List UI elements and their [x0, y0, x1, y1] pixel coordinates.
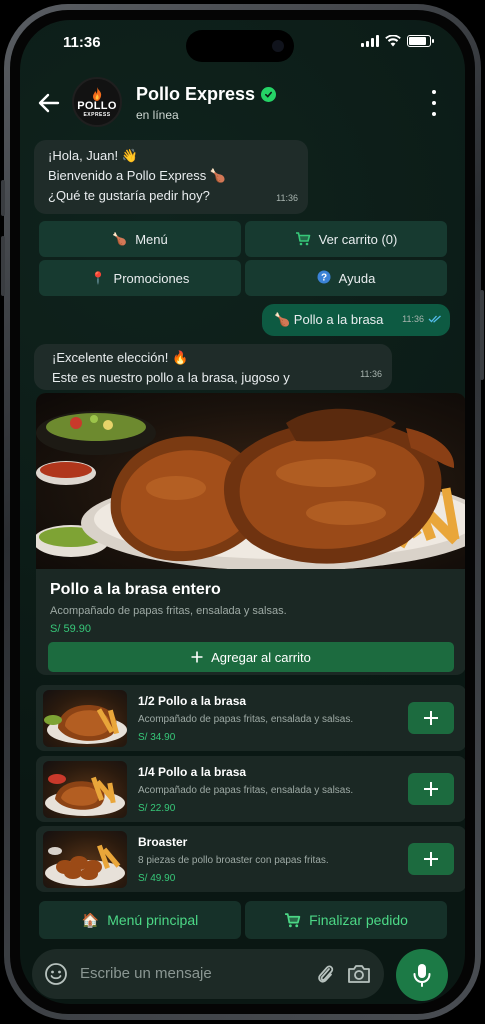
- outgoing-message: 🍗 Pollo a la brasa 11:36: [262, 304, 450, 336]
- double-check-icon: [428, 315, 441, 323]
- contact-name-text: Pollo Express: [136, 84, 256, 104]
- main-menu-button[interactable]: 🏠 Menú principal: [39, 901, 241, 939]
- verified-icon: [261, 87, 277, 102]
- item-price: S/ 34.90: [138, 732, 176, 743]
- item-name: Broaster: [138, 835, 188, 849]
- message-time: 11:36: [360, 369, 382, 379]
- contact-status: en línea: [136, 108, 179, 122]
- chicken-leg-icon: 🍗: [112, 232, 128, 246]
- contact-name[interactable]: Pollo Express: [136, 84, 277, 105]
- view-cart-button[interactable]: Ver carrito (0): [245, 221, 447, 257]
- phone-bezel: 11:36 POLLO EXPRESS Pollo Express en lín…: [10, 10, 475, 1014]
- incoming-message-welcome: ¡Hola, Juan! 👋 Bienvenido a Pollo Expres…: [34, 140, 308, 214]
- add-item-button[interactable]: [408, 773, 454, 805]
- cart-icon: [285, 912, 301, 927]
- logo-subtext: EXPRESS: [83, 112, 111, 118]
- item-price: S/ 22.90: [138, 803, 176, 814]
- plus-icon: [424, 711, 438, 725]
- plus-icon: [424, 782, 438, 796]
- incoming-message-reply: ¡Excelente elección! 🔥 Este es nuestro p…: [34, 344, 392, 405]
- message-line: ¡Excelente elección! 🔥: [52, 350, 189, 365]
- message-line: ¿Qué te gustaría pedir hoy?: [48, 188, 210, 203]
- status-icons: [361, 35, 434, 47]
- item-description: Acompañado de papas fritas, ensalada y s…: [138, 785, 354, 796]
- message-time: 11:36: [276, 193, 298, 203]
- item-thumbnail: [43, 761, 127, 818]
- message-time: 11:36: [402, 309, 442, 329]
- chat-header: POLLO EXPRESS Pollo Express en línea: [20, 72, 465, 134]
- add-to-cart-label: Agregar al carrito: [211, 649, 311, 665]
- message-input[interactable]: Escribe un mensaje: [80, 965, 212, 982]
- mic-button[interactable]: [396, 949, 448, 1001]
- main-menu-label: Menú principal: [107, 912, 199, 928]
- list-item: 1/4 Pollo a la brasa Acompañado de papas…: [36, 756, 465, 822]
- promotions-label: Promociones: [113, 270, 190, 286]
- item-thumbnail: [43, 690, 127, 747]
- side-button: [1, 236, 5, 296]
- chat-screen: 11:36 POLLO EXPRESS Pollo Express en lín…: [20, 20, 465, 1004]
- add-item-button[interactable]: [408, 702, 454, 734]
- message-composer: Escribe un mensaje: [32, 949, 384, 999]
- product-price: S/ 59.90: [50, 623, 91, 635]
- menu-button-label: Menú: [135, 231, 168, 247]
- help-button[interactable]: ? Ayuda: [245, 260, 447, 296]
- item-price: S/ 49.90: [138, 873, 176, 884]
- product-photo: [36, 393, 465, 569]
- battery-icon: [407, 35, 434, 47]
- dynamic-island: [186, 30, 294, 62]
- cart-icon: [295, 232, 310, 246]
- more-options-icon[interactable]: [429, 90, 439, 116]
- item-name: 1/2 Pollo a la brasa: [138, 694, 247, 708]
- product-description: Acompañado de papas fritas, ensalada y s…: [50, 605, 287, 617]
- mic-icon: [413, 964, 431, 987]
- status-time: 11:36: [63, 34, 101, 51]
- side-button: [1, 180, 5, 216]
- plus-icon: [424, 852, 438, 866]
- help-icon: ?: [317, 270, 331, 287]
- list-item: 1/2 Pollo a la brasa Acompañado de papas…: [36, 685, 465, 751]
- message-line: Bienvenido a Pollo Express 🍗: [48, 168, 227, 183]
- home-icon: 🏠: [81, 911, 100, 928]
- svg-text:?: ?: [321, 272, 327, 283]
- side-button: [480, 290, 484, 380]
- avatar[interactable]: POLLO EXPRESS: [72, 77, 122, 127]
- camera-icon[interactable]: [346, 962, 372, 986]
- emoji-icon[interactable]: [44, 962, 68, 986]
- item-name: 1/4 Pollo a la brasa: [138, 765, 247, 779]
- featured-product-card: Pollo a la brasa entero Acompañado de pa…: [36, 393, 465, 675]
- add-to-cart-button[interactable]: Agregar al carrito: [48, 642, 454, 672]
- attach-icon[interactable]: [314, 962, 336, 986]
- message-line: ¡Hola, Juan! 👋: [48, 148, 138, 163]
- list-item: Broaster 8 piezas de pollo broaster con …: [36, 826, 465, 892]
- plus-icon: [191, 651, 203, 663]
- message-text: 🍗 Pollo a la brasa: [274, 312, 384, 327]
- back-arrow-icon[interactable]: [34, 88, 64, 118]
- promotions-button[interactable]: 📍 Promociones: [39, 260, 241, 296]
- help-label: Ayuda: [338, 270, 376, 286]
- checkout-button[interactable]: Finalizar pedido: [245, 901, 447, 939]
- item-description: 8 piezas de pollo broaster con papas fri…: [138, 855, 329, 866]
- item-thumbnail: [43, 831, 127, 888]
- logo-text: POLLO: [77, 100, 117, 112]
- product-title: Pollo a la brasa entero: [50, 581, 221, 598]
- checkout-label: Finalizar pedido: [309, 912, 408, 928]
- add-item-button[interactable]: [408, 843, 454, 875]
- view-cart-label: Ver carrito (0): [318, 231, 398, 247]
- signal-icon: [361, 35, 379, 47]
- menu-button[interactable]: 🍗 Menú: [39, 221, 241, 257]
- status-bar: 11:36: [20, 20, 465, 64]
- phone-frame: 11:36 POLLO EXPRESS Pollo Express en lín…: [4, 4, 481, 1020]
- pin-icon: 📍: [90, 271, 106, 285]
- wifi-icon: [385, 35, 401, 47]
- item-description: Acompañado de papas fritas, ensalada y s…: [138, 714, 354, 725]
